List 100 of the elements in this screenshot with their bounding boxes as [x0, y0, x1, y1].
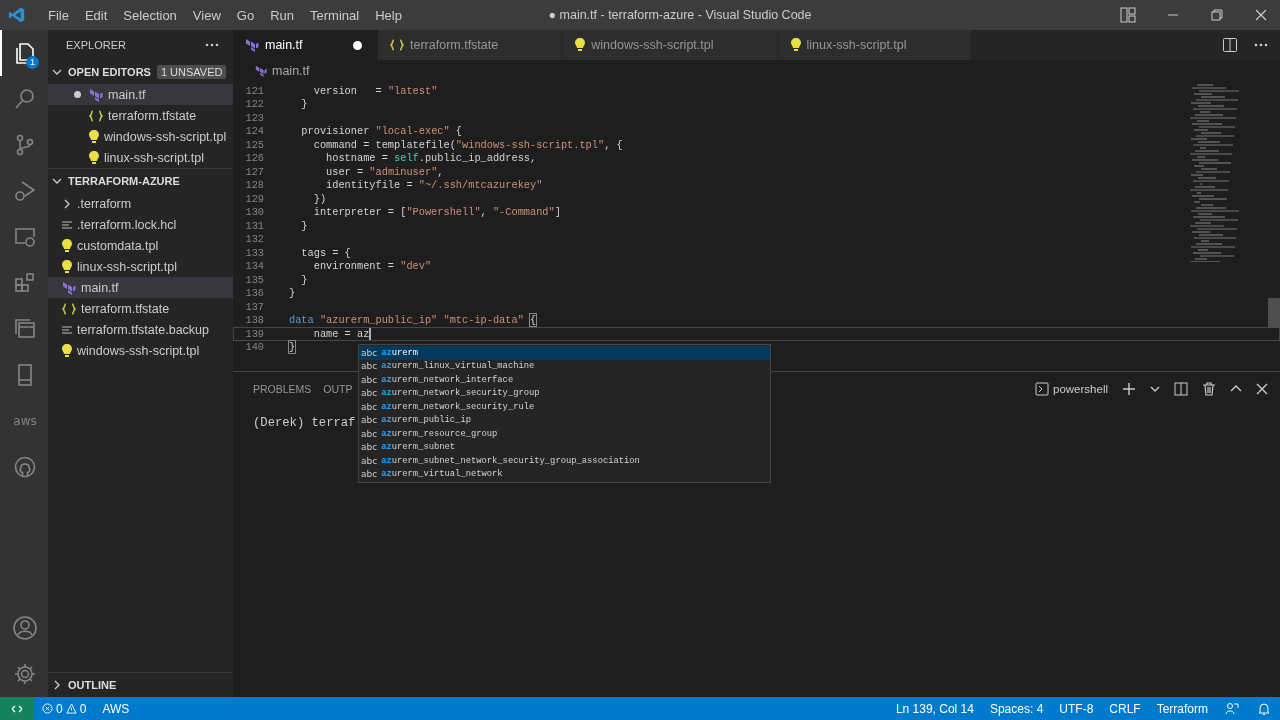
run-debug-icon[interactable]: [13, 179, 37, 203]
split-editor-icon[interactable]: [1222, 37, 1238, 53]
code-line: identityfile = "~/.ssh/mtcazurekey": [325, 179, 543, 192]
bell-icon[interactable]: [1257, 701, 1271, 716]
menu-item[interactable]: Selection: [115, 7, 185, 23]
terminal-icon: [1035, 382, 1049, 396]
vscode-logo-icon: [8, 6, 26, 24]
open-editor-item[interactable]: main.tf: [48, 84, 233, 105]
split-terminal-icon[interactable]: [1174, 382, 1188, 396]
section-title[interactable]: TERRAFORM-AZURE: [68, 175, 180, 187]
close-icon[interactable]: [1254, 8, 1268, 22]
file-tree-item[interactable]: terraform.tfstate.backup: [48, 319, 233, 340]
suggestion-item[interactable]: abc azurerm_public_ip: [359, 413, 770, 427]
suggestion-item[interactable]: abc azurerm_subnet: [359, 440, 770, 454]
editor-tab[interactable]: windows-ssh-script.tpl: [563, 30, 779, 60]
file-tree-item[interactable]: terraform.tfstate: [48, 298, 233, 319]
open-editor-item[interactable]: linux-ssh-script.tpl: [48, 147, 233, 168]
status-item[interactable]: Ln 139, Col 14: [887, 701, 982, 716]
plus-icon[interactable]: [1122, 382, 1136, 396]
lightbulb-icon: [575, 38, 586, 52]
panel-tab[interactable]: OUTP: [323, 383, 353, 395]
terminal-output: (Derek) terraf: [253, 416, 356, 430]
chevron-icon[interactable]: [52, 680, 62, 690]
suggestion-item[interactable]: abc azurerm_virtual_network: [359, 467, 770, 481]
status-item[interactable]: UTF-8: [1051, 701, 1102, 716]
lightbulb-icon: [62, 343, 72, 358]
section-title[interactable]: OUTLINE: [68, 679, 117, 691]
menu-item[interactable]: Edit: [76, 7, 116, 23]
menu-item[interactable]: Run: [262, 7, 302, 23]
open-editor-item[interactable]: windows-ssh-script.tpl: [48, 126, 233, 147]
menu-item[interactable]: File: [40, 7, 77, 23]
menu-item[interactable]: View: [184, 7, 229, 23]
text-file-icon: [62, 219, 72, 230]
menu-item[interactable]: Go: [228, 7, 263, 23]
suggestion-item[interactable]: abc azurerm_resource_group: [359, 427, 770, 441]
chevron-down-icon[interactable]: [1150, 384, 1160, 394]
menu-item[interactable]: Help: [367, 7, 410, 23]
line-number: 138: [244, 314, 264, 327]
line-number: 139: [244, 327, 264, 340]
code-line: }: [289, 287, 296, 300]
breadcrumb-item[interactable]: main.tf: [272, 64, 310, 78]
remote-explorer-icon[interactable]: [13, 225, 37, 249]
github-icon[interactable]: [13, 455, 37, 479]
suggestion-item[interactable]: abc azurerm_linux_virtual_machine: [359, 359, 770, 373]
menu-item[interactable]: Terminal: [302, 7, 368, 23]
suggestion-item[interactable]: abc azurerm_network_interface: [359, 373, 770, 387]
file-tree-item[interactable]: .terraform: [48, 193, 233, 214]
code-line: command = templatefile("windows-ssh-script.tpl", {: [312, 138, 623, 151]
file-tree-item[interactable]: linux-ssh-script.tpl: [48, 256, 233, 277]
code-line: }: [300, 219, 308, 232]
unsaved-badge: 1 UNSAVED: [156, 65, 227, 79]
line-number: 131: [244, 219, 264, 232]
section-title[interactable]: OPEN EDITORS: [68, 66, 151, 78]
lightbulb-icon: [790, 38, 801, 52]
status-item[interactable]: Spaces: 4: [981, 701, 1052, 716]
feedback-icon[interactable]: [1225, 701, 1239, 716]
status-item[interactable]: AWS: [94, 701, 138, 716]
text-file-icon: [62, 324, 72, 335]
line-number: 140: [244, 341, 264, 354]
file-tree-item[interactable]: main.tf: [48, 277, 233, 298]
scrollbar-thumb[interactable]: [1268, 298, 1280, 328]
line-number: 121: [244, 84, 264, 97]
close-icon[interactable]: [1256, 383, 1268, 395]
open-editor-item[interactable]: terraform.tfstate: [48, 105, 233, 126]
suggestion-item[interactable]: abc azurerm_subnet_network_security_group_association: [359, 454, 770, 468]
more-actions-icon[interactable]: [205, 43, 219, 47]
panel-tab[interactable]: PROBLEMS: [253, 383, 312, 395]
code-line: provisioner "local-exec" {: [300, 125, 463, 138]
suggestion-item[interactable]: abc azurerm_network_security_group: [359, 386, 770, 400]
code-line: tags = {: [300, 246, 351, 259]
file-tree-item[interactable]: windows-ssh-script.tpl: [48, 340, 233, 361]
line-number: 127: [244, 165, 264, 178]
editor-tab[interactable]: main.tf: [233, 30, 378, 60]
json-file-icon: [89, 109, 103, 122]
problems-status[interactable]: 0 0: [34, 701, 95, 716]
code-line: hostname = self.public_ip_address,: [325, 152, 537, 165]
account-icon[interactable]: [12, 615, 38, 641]
status-item[interactable]: Terraform: [1148, 701, 1216, 716]
code-line: }: [300, 273, 308, 286]
extensions-icon[interactable]: [13, 271, 37, 295]
terraform-file-icon: [62, 280, 76, 295]
unsaved-dot-icon[interactable]: [352, 40, 362, 50]
editor-tab[interactable]: linux-ssh-script.tpl: [778, 30, 972, 60]
search-icon[interactable]: [13, 87, 37, 111]
status-item[interactable]: CRLF: [1101, 701, 1149, 716]
trash-icon[interactable]: [1202, 382, 1216, 396]
file-tree-item[interactable]: customdata.tpl: [48, 235, 233, 256]
suggestion-item[interactable]: abc azurerm_network_security_rule: [359, 400, 770, 414]
restore-icon[interactable]: [1210, 8, 1224, 22]
file-tree-item[interactable]: .terraform.lock.hcl: [48, 214, 233, 235]
chevron-icon[interactable]: [52, 67, 62, 77]
more-actions-icon[interactable]: [1254, 43, 1268, 47]
settings-icon[interactable]: [13, 662, 37, 686]
editor-tab[interactable]: terraform.tfstate: [378, 30, 564, 60]
suggestion-item[interactable]: abc azurerm: [359, 346, 770, 360]
terminal-dropdown[interactable]: powershell: [1035, 382, 1108, 396]
windows-icon[interactable]: [13, 317, 37, 341]
layout-icon[interactable]: [1120, 7, 1136, 23]
chevron-icon[interactable]: [52, 176, 62, 186]
line-number: 128: [244, 179, 264, 192]
